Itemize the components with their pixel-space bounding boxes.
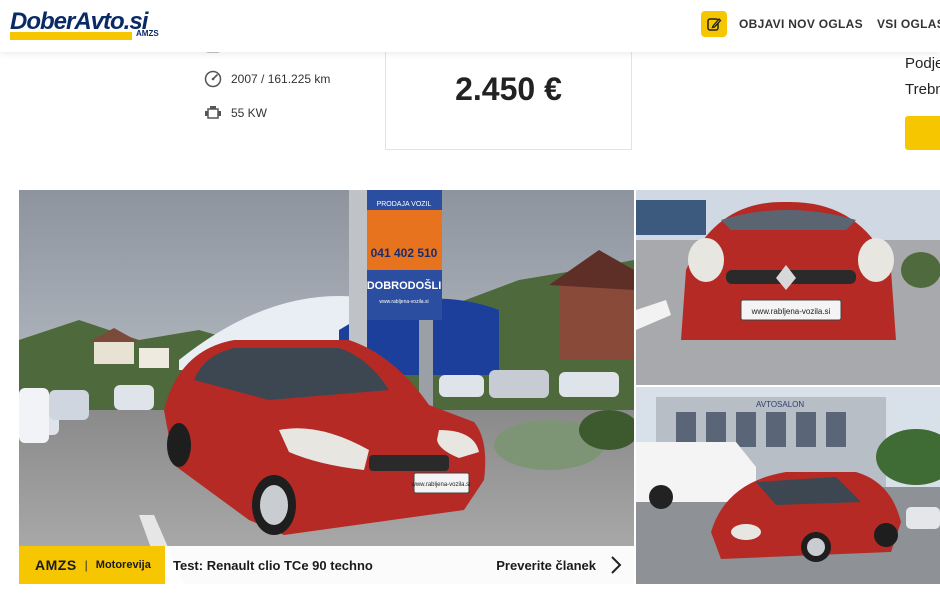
spec-year-mileage: 2007 / 161.225 km: [204, 70, 330, 88]
thumb-plate-text: www.rabljena-vozila.si: [751, 307, 831, 316]
sign-top-text: PRODAJA VOZIL: [377, 201, 432, 208]
price: 2.450 €: [455, 71, 562, 107]
seller-line-1: Podje: [905, 55, 940, 72]
sign-phone-text: 041 402 510: [371, 246, 438, 260]
building-text: AVTOSALON: [756, 400, 804, 409]
site-header: DoberAvto.si AMZS OBJAVI NOV OGLAS VSI O…: [0, 0, 940, 52]
sign-welcome-text: DOBRODOŠLI: [367, 279, 442, 292]
banner-section: Motorevija: [95, 559, 151, 571]
logo[interactable]: DoberAvto.si AMZS: [10, 8, 159, 40]
banner-brand-name: AMZS: [35, 557, 77, 573]
banner-brand: AMZS | Motorevija: [19, 546, 165, 584]
price-box: 2.450 €: [385, 40, 632, 150]
all-ads-link[interactable]: VSI OGLASI: [877, 17, 940, 31]
gallery-thumb-2[interactable]: AVTOSALON: [636, 387, 940, 584]
gallery-thumb-1[interactable]: www.rabljena-vozila.si: [636, 190, 940, 385]
banner-title[interactable]: Test: Renault clio TCe 90 techno: [173, 558, 496, 573]
spec-power-value: 55 KW: [231, 106, 268, 120]
seller-line-2: Trebn: [905, 81, 940, 98]
banner-read-link[interactable]: Preverite članek: [496, 558, 596, 573]
chevron-right-icon[interactable]: [606, 555, 626, 575]
edit-icon[interactable]: [701, 11, 727, 37]
sign-url-text: www.rabljena-vozila.si: [379, 299, 428, 305]
spec-year-mileage-value: 2007 / 161.225 km: [231, 72, 331, 86]
plate-text: www.rabljena-vozila.si: [410, 482, 470, 488]
main-photo[interactable]: PRODAJA VOZIL 041 402 510 DOBRODOŠLI www…: [19, 190, 634, 584]
logo-sub: AMZS: [136, 29, 159, 38]
speedometer-icon: [204, 70, 222, 88]
logo-text: DoberAvto.si: [10, 8, 148, 35]
publish-ad-link[interactable]: OBJAVI NOV OGLAS: [739, 17, 863, 31]
banner-separator: |: [84, 558, 88, 572]
contact-button[interactable]: [905, 116, 940, 150]
spec-power: 55 KW: [204, 104, 267, 122]
engine-icon: [204, 104, 222, 122]
article-banner[interactable]: AMZS | Motorevija Test: Renault clio TCe…: [19, 546, 634, 584]
